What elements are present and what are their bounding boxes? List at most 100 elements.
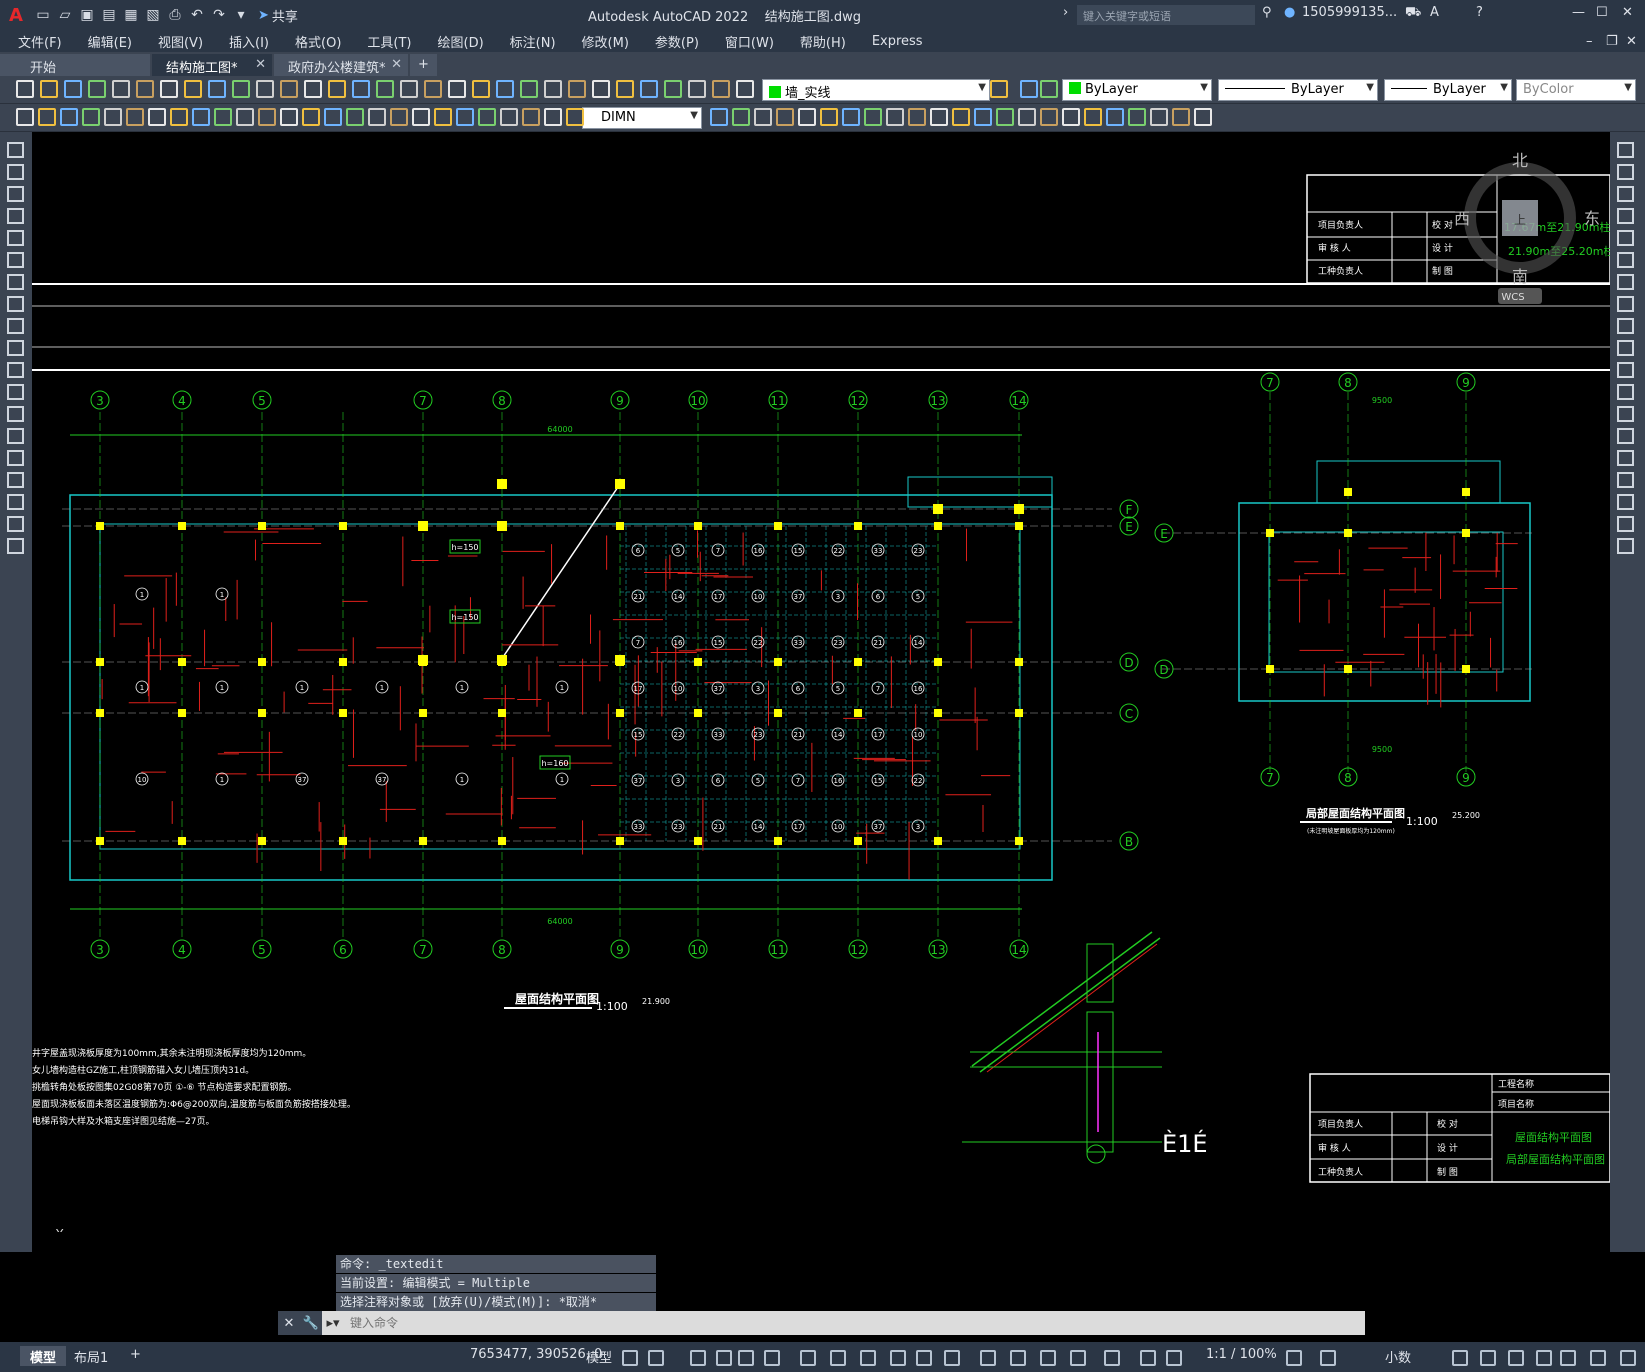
cart-icon[interactable]: ⛟ bbox=[1405, 5, 1421, 22]
draw-tool-icon[interactable] bbox=[7, 142, 24, 158]
toolbar-tool-icon[interactable] bbox=[88, 80, 106, 98]
toolbar-tool-icon[interactable] bbox=[148, 108, 166, 126]
toolbar-tool-icon[interactable] bbox=[478, 108, 496, 126]
draw-tool-icon[interactable] bbox=[1617, 164, 1634, 180]
menu-parametric[interactable]: 参数(P) bbox=[643, 32, 713, 51]
status-toggle-icon[interactable] bbox=[1104, 1350, 1120, 1366]
tab-model[interactable]: 模型 bbox=[20, 1346, 67, 1366]
draw-tool-icon[interactable] bbox=[7, 230, 24, 246]
status-toggle-icon[interactable] bbox=[1590, 1350, 1606, 1366]
draw-tool-icon[interactable] bbox=[1617, 340, 1634, 356]
user-icon[interactable]: ● bbox=[1284, 5, 1295, 20]
draw-tool-icon[interactable] bbox=[1617, 538, 1634, 554]
tab-government-building[interactable]: 政府办公楼建筑* ✕ bbox=[274, 54, 408, 76]
toolbar-tool-icon[interactable] bbox=[1172, 108, 1190, 126]
toolbar-tool-icon[interactable] bbox=[390, 108, 408, 126]
menu-express[interactable]: Express bbox=[860, 34, 937, 49]
toolbar-tool-icon[interactable] bbox=[616, 80, 634, 98]
toolbar-tool-icon[interactable] bbox=[60, 108, 78, 126]
status-toggle-icon[interactable] bbox=[1480, 1350, 1496, 1366]
toolbar-tool-icon[interactable] bbox=[304, 80, 322, 98]
status-toggle-icon[interactable] bbox=[800, 1350, 816, 1366]
status-toggle-icon[interactable] bbox=[1508, 1350, 1524, 1366]
draw-tool-icon[interactable] bbox=[7, 318, 24, 334]
toolbar-tool-icon[interactable] bbox=[974, 108, 992, 126]
customize-qat-icon[interactable]: ▾ bbox=[230, 4, 252, 26]
plot-icon[interactable]: ⎙ bbox=[164, 4, 186, 26]
toolbar-tool-icon[interactable] bbox=[192, 108, 210, 126]
toolbar-tool-icon[interactable] bbox=[412, 108, 430, 126]
draw-tool-icon[interactable] bbox=[7, 538, 24, 554]
status-toggle-icon[interactable] bbox=[980, 1350, 996, 1366]
draw-tool-icon[interactable] bbox=[7, 428, 24, 444]
autodesk-app-icon[interactable]: A bbox=[1430, 5, 1439, 20]
status-toggle-icon[interactable] bbox=[1620, 1350, 1636, 1366]
toolbar-tool-icon[interactable] bbox=[1062, 108, 1080, 126]
status-toggle-icon[interactable] bbox=[738, 1350, 754, 1366]
draw-tool-icon[interactable] bbox=[7, 516, 24, 532]
toolbar-tool-icon[interactable] bbox=[136, 80, 154, 98]
toolbar-tool-icon[interactable] bbox=[472, 80, 490, 98]
toolbar-tool-icon[interactable] bbox=[214, 108, 232, 126]
draw-tool-icon[interactable] bbox=[7, 340, 24, 356]
compass-east[interactable]: 东 bbox=[1584, 209, 1600, 228]
status-toggle-icon[interactable] bbox=[916, 1350, 932, 1366]
save-icon[interactable]: ▣ bbox=[76, 4, 98, 26]
layer-dropdown[interactable]: 墙_实线 ▼ bbox=[762, 79, 990, 101]
toolbar-tool-icon[interactable] bbox=[184, 80, 202, 98]
status-toggle-icon[interactable] bbox=[1010, 1350, 1026, 1366]
toolbar-tool-icon[interactable] bbox=[280, 80, 298, 98]
toolbar-tool-icon[interactable] bbox=[1018, 108, 1036, 126]
menu-edit[interactable]: 编辑(E) bbox=[76, 32, 146, 51]
toolbar-tool-icon[interactable] bbox=[160, 80, 178, 98]
draw-tool-icon[interactable] bbox=[1617, 472, 1634, 488]
compass-south[interactable]: 南 bbox=[1512, 267, 1528, 286]
toolbar-tool-icon[interactable] bbox=[732, 108, 750, 126]
draw-tool-icon[interactable] bbox=[1617, 274, 1634, 290]
draw-tool-icon[interactable] bbox=[1617, 296, 1634, 312]
toolbar-tool-icon[interactable] bbox=[710, 108, 728, 126]
model-space-toggle[interactable]: 模型 bbox=[576, 1346, 622, 1366]
toolbar-tool-icon[interactable] bbox=[544, 80, 562, 98]
drawing-canvas[interactable]: 项目负责人 审 核 人 工种负责人 校 对 设 计 制 图 17.67m至21.… bbox=[32, 132, 1610, 1232]
doc-restore-icon[interactable]: ❐ bbox=[1606, 34, 1618, 49]
draw-tool-icon[interactable] bbox=[7, 208, 24, 224]
toolbar-tool-icon[interactable] bbox=[368, 108, 386, 126]
share-button[interactable]: ➤ 共享 bbox=[258, 6, 298, 25]
draw-tool-icon[interactable] bbox=[1617, 186, 1634, 202]
draw-tool-icon[interactable] bbox=[1617, 516, 1634, 532]
search-icon[interactable]: ⚲ bbox=[1262, 5, 1272, 20]
draw-tool-icon[interactable] bbox=[1617, 406, 1634, 422]
chevron-right-icon[interactable]: › bbox=[1063, 5, 1068, 20]
dimstyle-dropdown[interactable]: DIMN ▼ bbox=[582, 107, 702, 129]
toolbar-tool-icon[interactable] bbox=[376, 80, 394, 98]
toolbar-tool-icon[interactable] bbox=[776, 108, 794, 126]
status-toggle-icon[interactable] bbox=[1320, 1350, 1336, 1366]
doc-minimize-icon[interactable]: – bbox=[1586, 34, 1593, 49]
toolbar-tool-icon[interactable] bbox=[798, 108, 816, 126]
status-toggle-icon[interactable] bbox=[764, 1350, 780, 1366]
save-web-icon[interactable]: ▧ bbox=[142, 4, 164, 26]
toolbar-tool-icon[interactable] bbox=[126, 108, 144, 126]
toolbar-tool-icon[interactable] bbox=[16, 108, 34, 126]
toolbar-tool-icon[interactable] bbox=[754, 108, 772, 126]
tab-layout1[interactable]: 布局1 bbox=[64, 1346, 118, 1366]
autocad-logo[interactable]: A bbox=[0, 0, 32, 30]
toolbar-tool-icon[interactable] bbox=[302, 108, 320, 126]
status-toggle-icon[interactable] bbox=[944, 1350, 960, 1366]
color-dropdown[interactable]: ByLayer ▼ bbox=[1062, 79, 1212, 101]
toolbar-tool-icon[interactable] bbox=[236, 108, 254, 126]
status-toggle-icon[interactable] bbox=[1560, 1350, 1576, 1366]
save-as-icon[interactable]: ▤ bbox=[98, 4, 120, 26]
toolbar-tool-icon[interactable] bbox=[1194, 108, 1212, 126]
draw-tool-icon[interactable] bbox=[7, 164, 24, 180]
status-toggle-icon[interactable] bbox=[1040, 1350, 1056, 1366]
command-recent-icon[interactable]: ▸▾ bbox=[322, 1311, 344, 1335]
toolbar-tool-icon[interactable] bbox=[930, 108, 948, 126]
draw-tool-icon[interactable] bbox=[7, 472, 24, 488]
toolbar-tool-icon[interactable] bbox=[424, 80, 442, 98]
status-toggle-icon[interactable] bbox=[622, 1350, 638, 1366]
help-icon[interactable]: ? bbox=[1476, 5, 1483, 20]
status-toggle-icon[interactable] bbox=[830, 1350, 846, 1366]
draw-tool-icon[interactable] bbox=[7, 252, 24, 268]
